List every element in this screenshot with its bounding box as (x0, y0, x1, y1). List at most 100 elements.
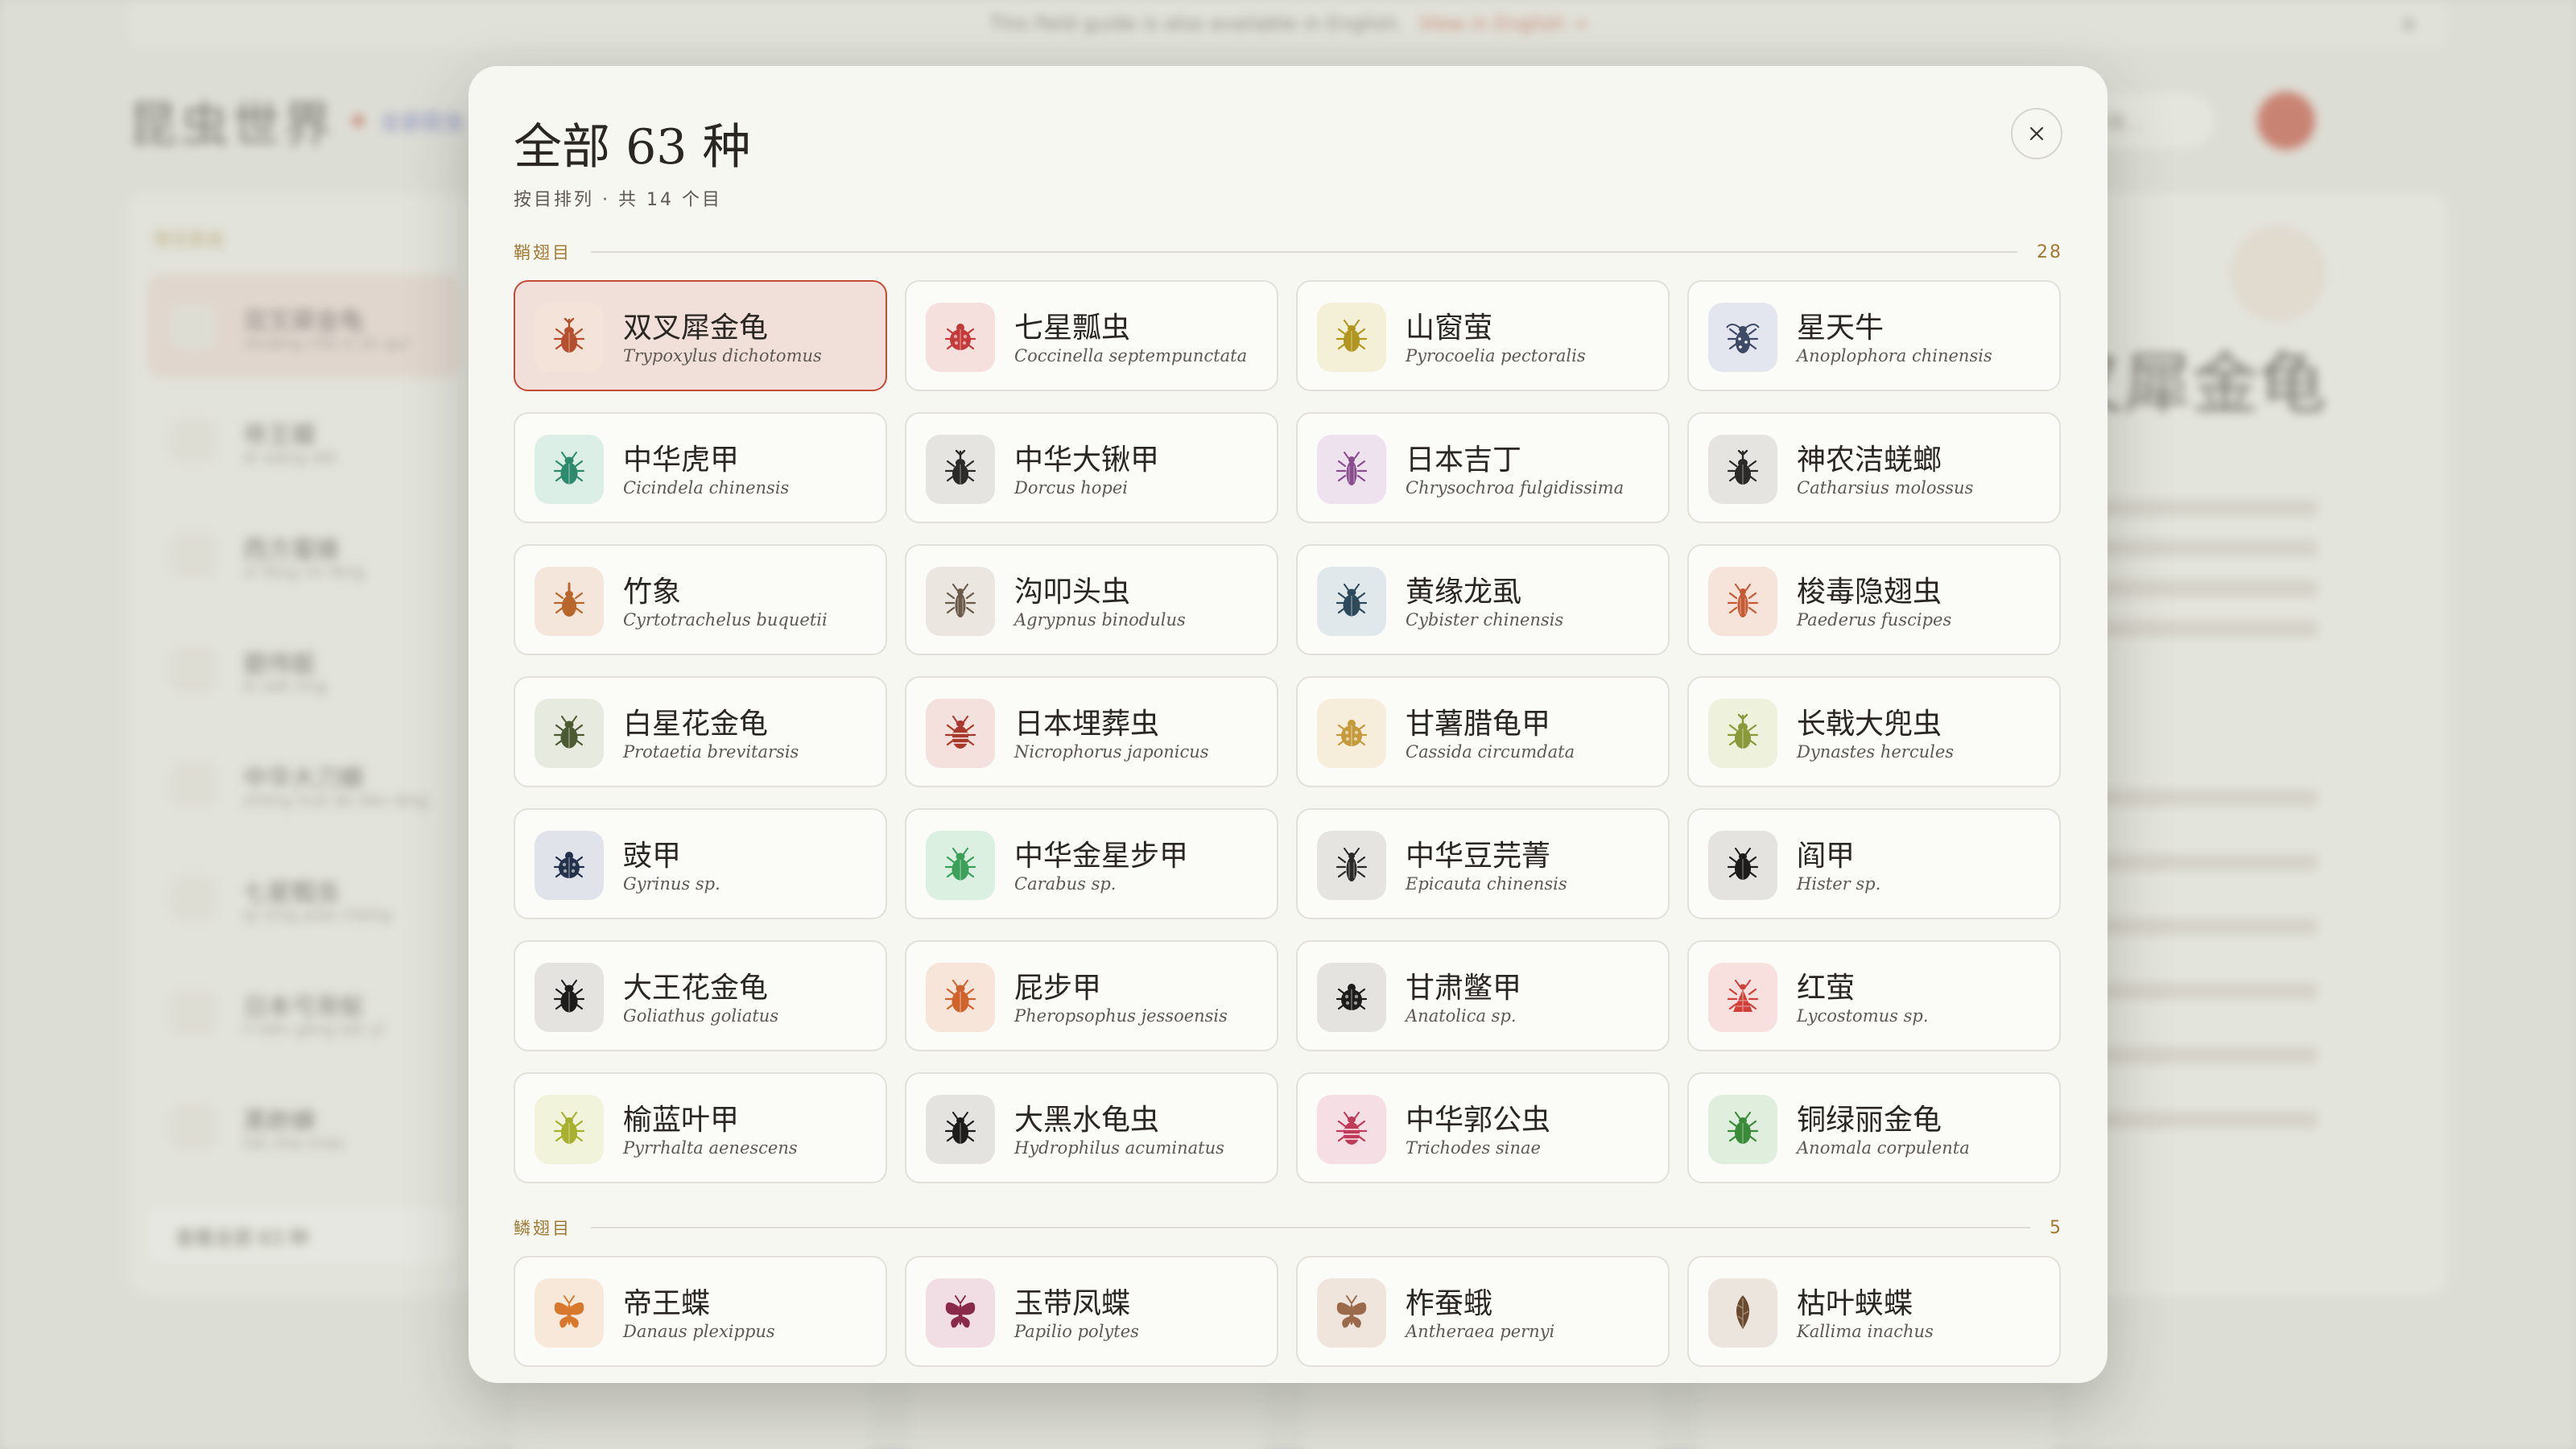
jewel-beetle-icon (1317, 435, 1386, 504)
species-card[interactable]: 双叉犀金龟 Trypoxylus dichotomus (514, 280, 887, 391)
rove-beetle-icon (1727, 584, 1759, 617)
species-name: 中华虎甲 (623, 444, 740, 477)
species-name: 山窗萤 (1406, 312, 1493, 345)
flower-chafer-icon (535, 699, 604, 768)
species-latin-name: Carabus sp. (1014, 874, 1117, 894)
species-card[interactable]: 红萤 Lycostomus sp. (1687, 940, 2061, 1051)
tiger-beetle-icon (553, 452, 585, 485)
species-card[interactable]: 梭毒隐翅虫 Paederus fuscipes (1687, 544, 2061, 655)
stag-beetle-icon (944, 449, 976, 485)
species-name: 七星瓢虫 (1014, 312, 1131, 345)
close-button[interactable] (2011, 108, 2062, 159)
species-card[interactable]: 神农洁蜣螂 Catharsius molossus (1687, 412, 2061, 523)
water-scavenger-beetle-icon (926, 1095, 995, 1164)
species-card[interactable]: 玉带凤蝶 Papilio polytes (905, 1256, 1278, 1367)
chafer-beetle-icon (1708, 1095, 1777, 1164)
species-card[interactable]: 中华大锹甲 Dorcus hopei (905, 412, 1278, 523)
hercules-beetle-icon (1727, 713, 1759, 749)
clown-beetle-icon (1727, 848, 1759, 880)
chafer-beetle-icon (1727, 1112, 1759, 1144)
blister-beetle-icon (1335, 848, 1368, 881)
swallowtail-butterfly-icon (945, 1295, 976, 1328)
species-card[interactable]: 长戟大兜虫 Dynastes hercules (1687, 676, 2061, 787)
species-latin-name: Cassida circumdata (1406, 742, 1575, 762)
leaf-butterfly-icon (1736, 1295, 1749, 1329)
bombardier-beetle-icon (926, 963, 995, 1032)
stag-beetle-icon (926, 435, 995, 504)
species-card[interactable]: 中华金星步甲 Carabus sp. (905, 808, 1278, 919)
species-card[interactable]: 黄缘龙虱 Cybister chinensis (1296, 544, 1670, 655)
species-latin-name: Kallima inachus (1797, 1322, 1934, 1341)
swallowtail-butterfly-icon (926, 1278, 995, 1348)
species-card[interactable]: 阎甲 Hister sp. (1687, 808, 2061, 919)
tiger-beetle-icon (535, 435, 604, 504)
silk-moth-icon (1336, 1295, 1367, 1328)
species-name: 双叉犀金龟 (623, 312, 769, 345)
species-latin-name: Goliathus goliatus (623, 1006, 779, 1026)
species-card[interactable]: 屁步甲 Pheropsophus jessoensis (905, 940, 1278, 1051)
species-name: 长戟大兜虫 (1797, 708, 1942, 741)
species-card[interactable]: 豉甲 Gyrinus sp. (514, 808, 887, 919)
species-latin-name: Anomala corpulenta (1797, 1138, 1970, 1158)
species-card[interactable]: 沟叩头虫 Agrypnus binodulus (905, 544, 1278, 655)
goliath-beetle-icon (553, 980, 585, 1013)
click-beetle-icon (944, 584, 976, 617)
species-latin-name: Cybister chinensis (1406, 610, 1564, 630)
ladybug-icon (944, 324, 976, 350)
species-name: 竹象 (623, 576, 682, 609)
species-card[interactable]: 榆蓝叶甲 Pyrrhalta aenescens (514, 1072, 887, 1183)
species-card[interactable]: 甘肃鳖甲 Anatolica sp. (1296, 940, 1670, 1051)
species-latin-name: Pheropsophus jessoensis (1014, 1006, 1228, 1026)
section-divider (591, 1227, 2030, 1228)
close-icon (2029, 126, 2044, 141)
species-name: 星天牛 (1797, 312, 1885, 345)
species-card[interactable]: 甘薯腊龟甲 Cassida circumdata (1296, 676, 1670, 787)
species-card[interactable]: 中华豆芫菁 Epicauta chinensis (1296, 808, 1670, 919)
species-latin-name: Paederus fuscipes (1797, 610, 1952, 630)
species-latin-name: Coccinella septempunctata (1014, 346, 1248, 365)
section-count: 28 (2037, 242, 2062, 262)
net-winged-beetle-icon (1708, 963, 1777, 1032)
species-name: 红萤 (1797, 972, 1856, 1005)
silk-moth-icon (1317, 1278, 1386, 1348)
species-card[interactable]: 大王花金龟 Goliathus goliatus (514, 940, 887, 1051)
species-card[interactable]: 大黑水龟虫 Hydrophilus acuminatus (905, 1072, 1278, 1183)
monarch-butterfly-icon (554, 1295, 584, 1328)
species-card[interactable]: 中华郭公虫 Trichodes sinae (1296, 1072, 1670, 1183)
longhorn-beetle-icon (1708, 303, 1777, 372)
net-winged-beetle-icon (1727, 980, 1759, 1012)
species-card[interactable]: 星天牛 Anoplophora chinensis (1687, 280, 2061, 391)
bombardier-beetle-icon (944, 980, 976, 1013)
species-latin-name: Anoplophora chinensis (1797, 346, 1992, 365)
species-name: 榆蓝叶甲 (623, 1104, 740, 1137)
species-card[interactable]: 白星花金龟 Protaetia brevitarsis (514, 676, 887, 787)
species-latin-name: Hydrophilus acuminatus (1014, 1138, 1224, 1158)
species-card[interactable]: 日本吉丁 Chrysochroa fulgidissima (1296, 412, 1670, 523)
species-card[interactable]: 帝王蝶 Danaus plexippus (514, 1256, 887, 1367)
species-name: 中华豆芫菁 (1406, 840, 1551, 873)
checkered-beetle-icon (1335, 1112, 1368, 1145)
species-latin-name: Papilio polytes (1014, 1322, 1139, 1341)
species-name: 玉带凤蝶 (1014, 1287, 1131, 1320)
species-card[interactable]: 竹象 Cyrtotrachelus buquetii (514, 544, 887, 655)
darkling-beetle-icon (1317, 963, 1386, 1032)
species-card[interactable]: 铜绿丽金龟 Anomala corpulenta (1687, 1072, 2061, 1183)
species-name: 中华郭公虫 (1406, 1104, 1551, 1137)
species-latin-name: Protaetia brevitarsis (623, 742, 799, 762)
species-card[interactable]: 山窗萤 Pyrocoelia pectoralis (1296, 280, 1670, 391)
ground-beetle-icon (926, 831, 995, 900)
section-header-coleoptera: 鞘翅目 28 (514, 240, 2062, 264)
species-card[interactable]: 中华虎甲 Cicindela chinensis (514, 412, 887, 523)
section-name: 鳞翅目 (514, 1219, 572, 1238)
species-latin-name: Dynastes hercules (1797, 742, 1955, 762)
species-card[interactable]: 七星瓢虫 Coccinella septempunctata (905, 280, 1278, 391)
tortoise-beetle-icon (1317, 699, 1386, 768)
species-card[interactable]: 柞蚕蛾 Antheraea pernyi (1296, 1256, 1670, 1367)
species-latin-name: Chrysochroa fulgidissima (1406, 478, 1624, 497)
blister-beetle-icon (1317, 831, 1386, 900)
species-latin-name: Cicindela chinensis (623, 478, 790, 497)
species-name: 中华大锹甲 (1014, 444, 1160, 477)
species-card[interactable]: 枯叶蛱蝶 Kallima inachus (1687, 1256, 2061, 1367)
species-card[interactable]: 日本埋葬虫 Nicrophorus japonicus (905, 676, 1278, 787)
species-latin-name: Nicrophorus japonicus (1014, 742, 1209, 762)
